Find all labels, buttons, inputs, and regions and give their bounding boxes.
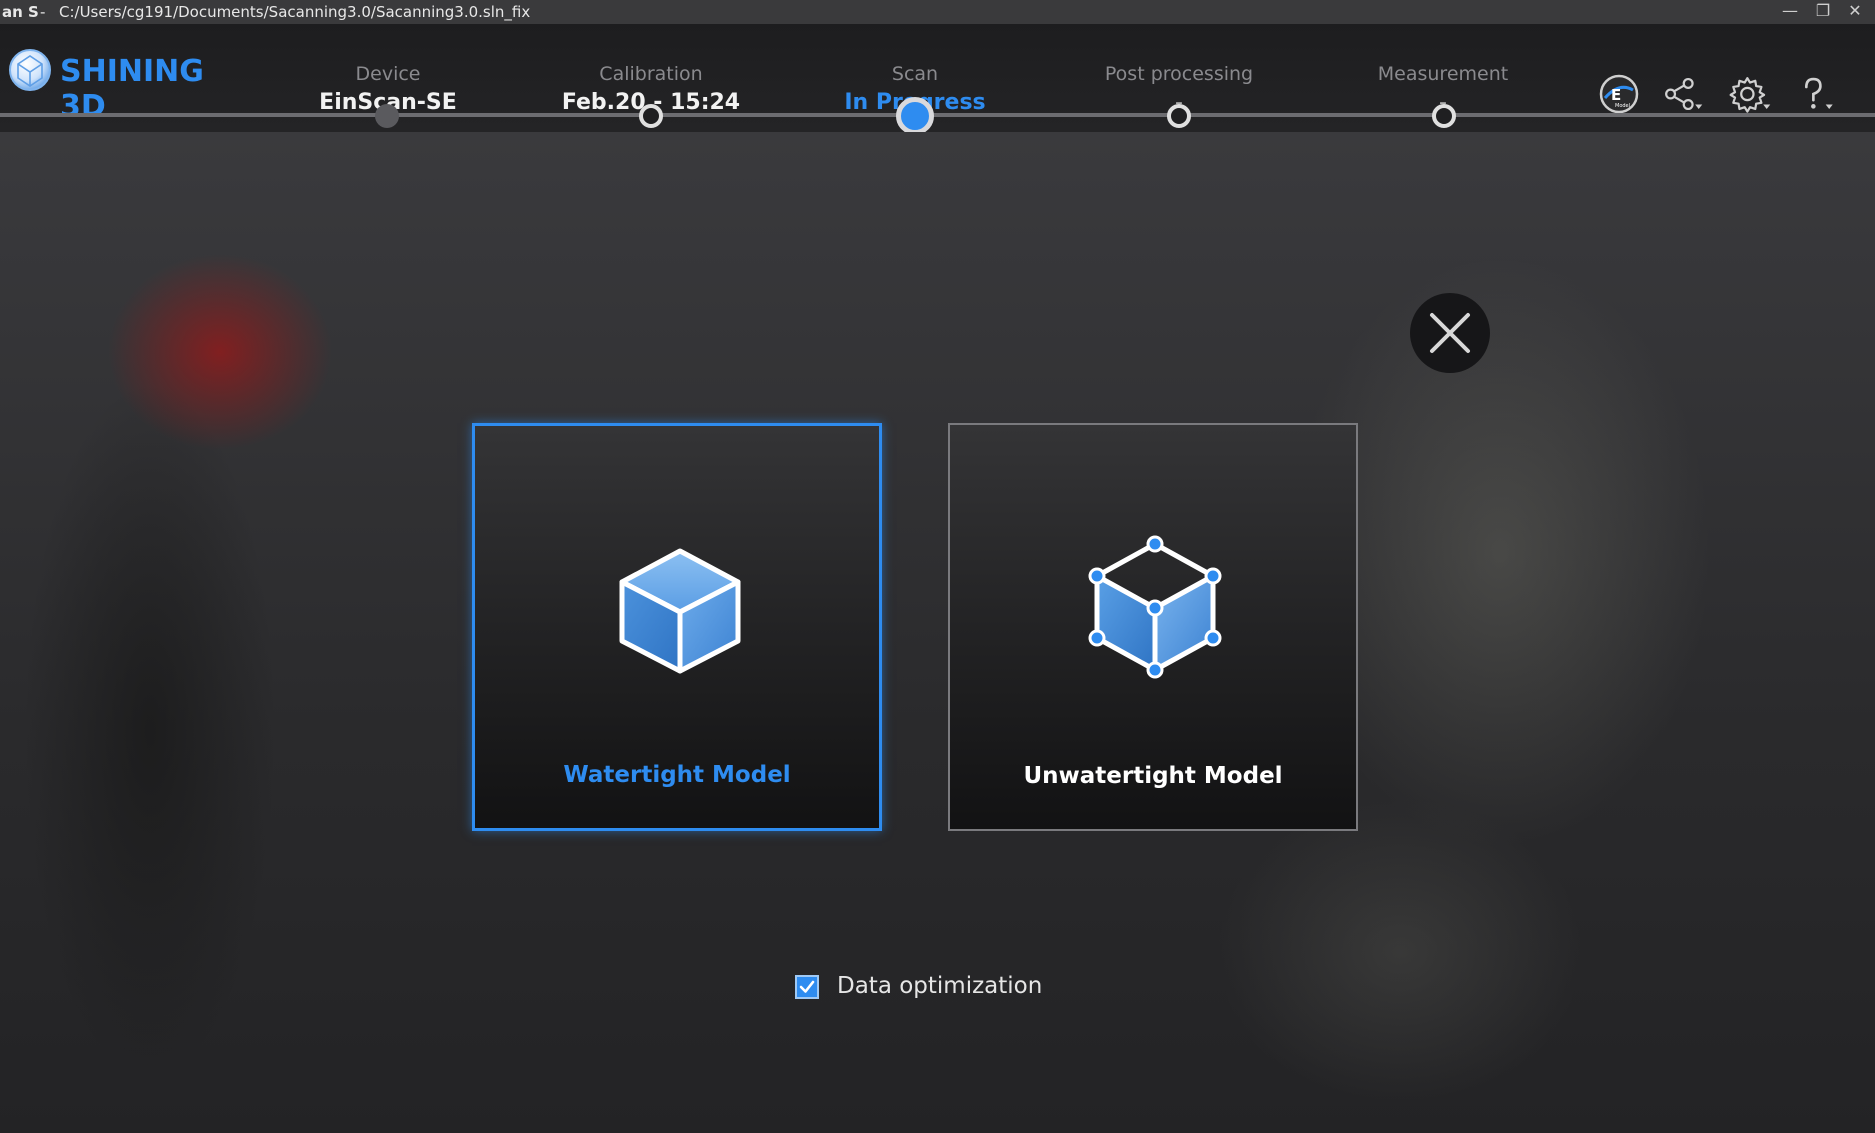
ez-badge-sub: Model [1615, 103, 1630, 109]
close-icon [1430, 313, 1470, 353]
step-dot-post-processing [1167, 104, 1191, 128]
watertight-model-option[interactable]: Watertight Model [472, 423, 882, 831]
workflow-progress-track [0, 113, 1875, 117]
title-separator: - [40, 3, 46, 21]
data-optimization-checkbox[interactable] [795, 975, 819, 999]
watertight-model-label: Watertight Model [563, 762, 791, 788]
brand-logo: SHINING 3D [8, 48, 248, 124]
window-file-path: C:/Users/cg191/Documents/Sacanning3.0/Sa… [59, 3, 531, 21]
window-app-name: an S [2, 3, 39, 21]
step-label: Device [355, 63, 421, 85]
settings-gear-icon[interactable] [1728, 72, 1772, 116]
step-dot-scan [896, 97, 934, 135]
help-icon[interactable] [1794, 72, 1838, 116]
step-dot-calibration [639, 104, 663, 128]
shining3d-logo-icon [9, 49, 51, 91]
share-icon[interactable] [1660, 72, 1704, 116]
ez-badge-letter: E [1611, 86, 1621, 104]
step-label: Calibration [599, 63, 703, 85]
step-label: Measurement [1377, 63, 1509, 85]
unwatertight-cube-icon [1088, 535, 1222, 679]
data-optimization-label: Data optimization [837, 973, 1043, 999]
unwatertight-model-label: Unwatertight Model [1023, 763, 1283, 789]
window-close-button[interactable]: ✕ [1840, 0, 1870, 24]
step-dot-measurement [1432, 104, 1456, 128]
title-bar: an S - C:/Users/cg191/Documents/Sacannin… [0, 0, 1875, 24]
unwatertight-model-option[interactable]: Unwatertight Model [948, 423, 1358, 831]
step-label: Scan [891, 63, 939, 85]
step-label: Post processing [1104, 63, 1254, 85]
dialog-close-button[interactable] [1410, 293, 1490, 373]
checkmark-icon [799, 980, 815, 993]
minimize-button[interactable]: — [1775, 0, 1805, 24]
ez-model-icon[interactable]: E Model [1597, 72, 1641, 116]
watertight-cube-icon [619, 548, 741, 674]
step-dot-device [375, 104, 399, 128]
restore-button[interactable]: ❐ [1808, 0, 1838, 24]
app-window: an S - C:/Users/cg191/Documents/Sacannin… [0, 0, 1875, 1133]
